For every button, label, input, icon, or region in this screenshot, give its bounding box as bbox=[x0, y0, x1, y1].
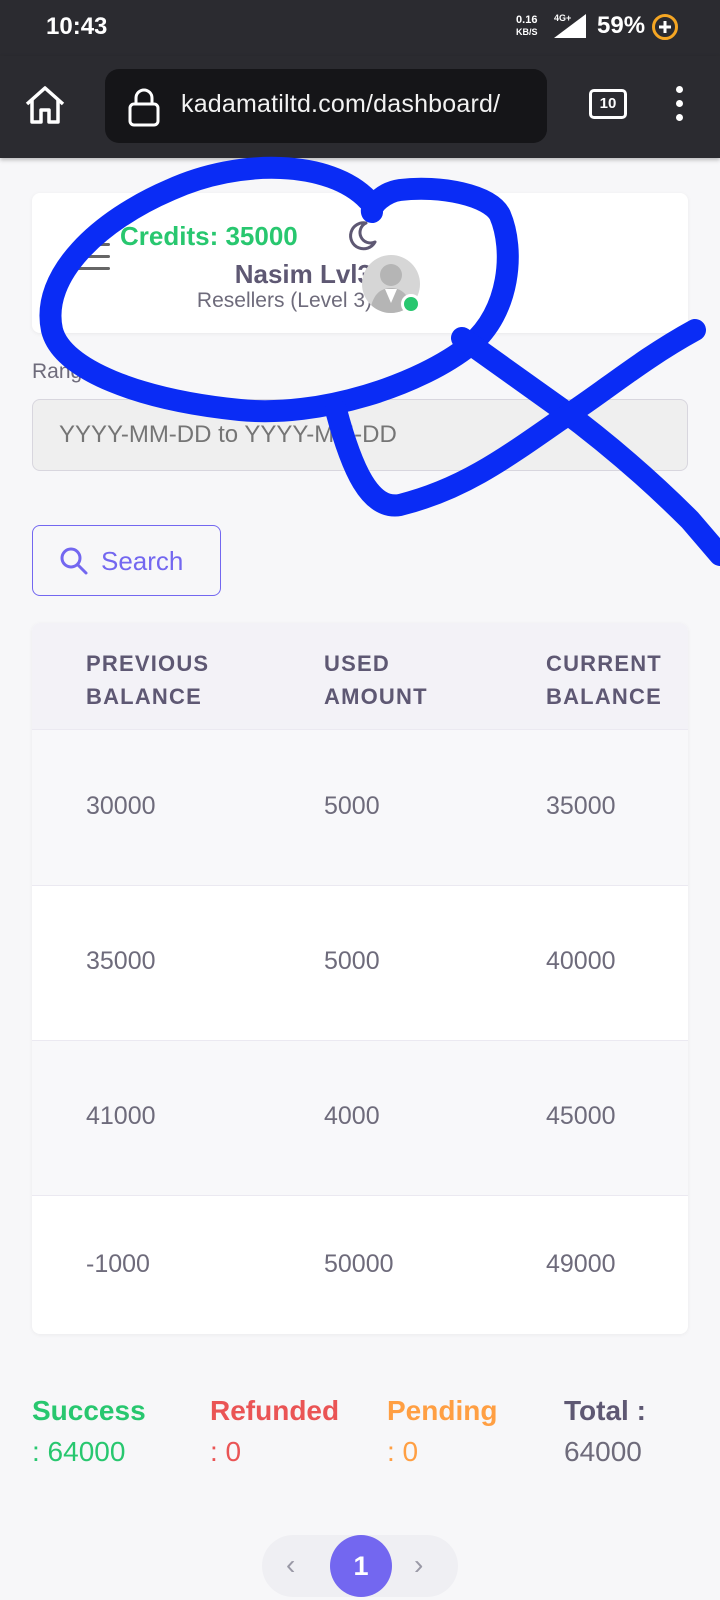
table-header: PREVIOUS BALANCE USED AMOUNT CURRENT BAL… bbox=[32, 623, 688, 730]
previous-balance-cell: 35000 bbox=[86, 947, 156, 975]
column-header-previous-balance[interactable]: PREVIOUS BALANCE bbox=[86, 647, 209, 713]
summary-success-value: : 64000 bbox=[32, 1436, 126, 1467]
summary-total: Total : 64000 bbox=[564, 1390, 646, 1472]
table-row: 41000 4000 45000 bbox=[32, 1041, 688, 1196]
summary-pending: Pending : 0 bbox=[387, 1390, 497, 1472]
current-balance-cell: 49000 bbox=[546, 1250, 616, 1278]
date-range-input[interactable] bbox=[32, 399, 688, 471]
profile-header-card: Credits: 35000 Nasim Lvl3 Resellers (Lev… bbox=[32, 193, 688, 333]
header-line: PREVIOUS bbox=[86, 651, 210, 676]
used-amount-cell: 4000 bbox=[324, 1102, 380, 1130]
credits-balance: Credits: 35000 bbox=[120, 221, 298, 251]
tab-count-button[interactable]: 10 bbox=[589, 89, 627, 119]
next-page-button[interactable]: › bbox=[414, 1549, 423, 1581]
network-speed-value: 0.16 bbox=[516, 14, 538, 26]
table-row: 30000 5000 35000 bbox=[32, 730, 688, 886]
network-speed: 0.16 KB/S bbox=[516, 14, 538, 38]
previous-page-button[interactable]: ‹ bbox=[286, 1549, 295, 1581]
user-role: Resellers (Level 3) bbox=[196, 289, 372, 312]
pagination: ‹ 1 › bbox=[262, 1535, 458, 1597]
search-button[interactable]: Search bbox=[32, 525, 221, 596]
used-amount-cell: 5000 bbox=[324, 947, 380, 975]
previous-balance-cell: 30000 bbox=[86, 792, 156, 820]
url-text[interactable]: kadamatiltd.com/dashboard/ bbox=[181, 90, 500, 119]
network-speed-unit: KB/S bbox=[516, 27, 538, 37]
user-name[interactable]: Nasim Lvl3 bbox=[132, 259, 372, 290]
column-header-used-amount[interactable]: USED AMOUNT bbox=[324, 647, 428, 713]
home-icon[interactable] bbox=[22, 82, 68, 128]
previous-balance-cell: 41000 bbox=[86, 1102, 156, 1130]
current-balance-cell: 40000 bbox=[546, 947, 616, 975]
header-line: USED bbox=[324, 651, 390, 676]
table-row: -1000 50000 49000 bbox=[32, 1196, 688, 1334]
summary-pending-label: Pending bbox=[387, 1395, 498, 1426]
summary-refunded: Refunded : 0 bbox=[210, 1390, 339, 1472]
summary-refunded-value: : 0 bbox=[210, 1436, 242, 1467]
summary-success: Success : 64000 bbox=[32, 1390, 146, 1472]
hamburger-menu-icon[interactable] bbox=[74, 243, 110, 270]
current-balance-cell: 35000 bbox=[546, 792, 616, 820]
search-button-label: Search bbox=[101, 546, 184, 576]
clock: 10:43 bbox=[46, 13, 108, 40]
signal-icon: 4G+ bbox=[554, 13, 586, 38]
battery-level: 59% bbox=[597, 12, 646, 39]
summary-success-label: Success bbox=[32, 1395, 146, 1426]
range-label: Range bbox=[32, 360, 94, 383]
summary-pending-value: : 0 bbox=[387, 1436, 419, 1467]
previous-balance-cell: -1000 bbox=[86, 1250, 150, 1278]
current-balance-cell: 45000 bbox=[546, 1102, 616, 1130]
page-1-button[interactable]: 1 bbox=[330, 1535, 392, 1597]
header-line: BALANCE bbox=[86, 684, 202, 709]
url-fade bbox=[507, 69, 547, 143]
summary-total-value: 64000 bbox=[564, 1436, 642, 1467]
used-amount-cell: 5000 bbox=[324, 792, 380, 820]
search-icon bbox=[60, 547, 88, 575]
column-header-current-balance[interactable]: CURRENT BALANCE bbox=[546, 647, 662, 713]
used-amount-cell: 50000 bbox=[324, 1250, 394, 1278]
lock-icon bbox=[128, 88, 160, 127]
table-row: 35000 5000 40000 bbox=[32, 886, 688, 1041]
network-type: 4G+ bbox=[554, 13, 571, 23]
header-line: BALANCE bbox=[546, 684, 662, 709]
summary-refunded-label: Refunded bbox=[210, 1395, 340, 1426]
battery-saver-icon bbox=[652, 14, 678, 40]
balance-table: PREVIOUS BALANCE USED AMOUNT CURRENT BAL… bbox=[32, 623, 688, 1334]
header-line: CURRENT bbox=[546, 651, 662, 676]
moon-icon[interactable] bbox=[344, 218, 380, 254]
status-bar: 10:43 0.16 KB/S 4G+ 59% bbox=[0, 0, 720, 56]
menu-icon[interactable] bbox=[674, 86, 684, 126]
header-line: AMOUNT bbox=[324, 684, 428, 709]
browser-toolbar: kadamatiltd.com/dashboard/ 10 bbox=[0, 56, 720, 158]
summary-total-label: Total : bbox=[564, 1395, 646, 1426]
online-status-dot bbox=[401, 294, 421, 314]
address-bar[interactable]: kadamatiltd.com/dashboard/ bbox=[105, 69, 547, 143]
